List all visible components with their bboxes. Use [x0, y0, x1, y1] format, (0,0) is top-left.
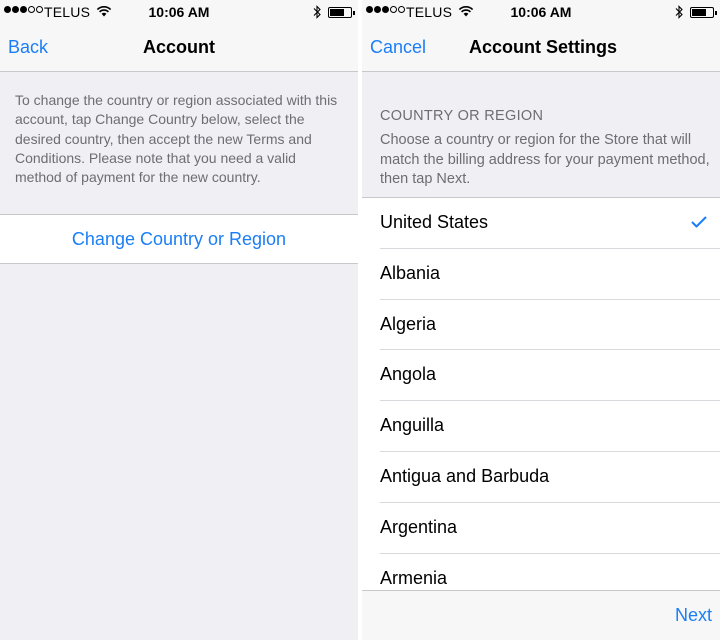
status-bar: TELUS 10:06 AM — [362, 0, 720, 24]
country-row[interactable]: Argentina — [362, 503, 720, 554]
battery-icon — [690, 7, 717, 18]
account-screen: TELUS 10:06 AM Back Account To change th… — [0, 0, 358, 640]
country-label: Antigua and Barbuda — [380, 465, 550, 486]
country-label: Anguilla — [380, 415, 445, 436]
country-label: Angola — [380, 364, 437, 385]
country-label: United States — [380, 212, 489, 232]
battery-icon — [328, 7, 355, 18]
bottom-toolbar: Next — [362, 590, 720, 640]
country-row[interactable]: Anguilla — [362, 401, 720, 452]
country-row[interactable]: United States — [362, 198, 720, 249]
navigation-bar: Back Account — [0, 24, 358, 72]
page-title: Account Settings — [468, 37, 617, 57]
country-row[interactable]: Armenia — [362, 554, 720, 590]
country-label: Armenia — [380, 567, 448, 588]
country-label: Argentina — [380, 516, 458, 537]
navigation-bar: Cancel Account Settings — [362, 24, 720, 72]
status-bar: TELUS 10:06 AM — [0, 0, 358, 24]
section-description: Choose a country or region for the Store… — [380, 132, 710, 187]
account-info-text: To change the country or region associat… — [15, 92, 338, 186]
next-button[interactable]: Next — [675, 605, 712, 626]
country-row[interactable]: Antigua and Barbuda — [362, 452, 720, 503]
country-row[interactable]: Algeria — [362, 300, 720, 351]
status-time: 10:06 AM — [510, 4, 572, 20]
country-row[interactable]: Angola — [362, 350, 720, 402]
country-label: Algeria — [380, 313, 437, 334]
section-header: COUNTRY OR REGION — [380, 108, 544, 124]
bluetooth-icon — [675, 5, 683, 19]
country-label: Albania — [380, 262, 441, 283]
page-title: Account — [143, 37, 215, 57]
account-settings-screen: TELUS 10:06 AM Cancel Account Settings C… — [362, 0, 720, 640]
bluetooth-icon — [313, 5, 321, 19]
status-time: 10:06 AM — [148, 4, 210, 20]
change-country-button[interactable]: Change Country or Region — [0, 214, 358, 264]
country-row[interactable]: Albania — [362, 249, 720, 300]
checkmark-icon — [691, 216, 707, 228]
country-list[interactable]: United States Albania Algeria Angola Ang… — [362, 197, 720, 590]
